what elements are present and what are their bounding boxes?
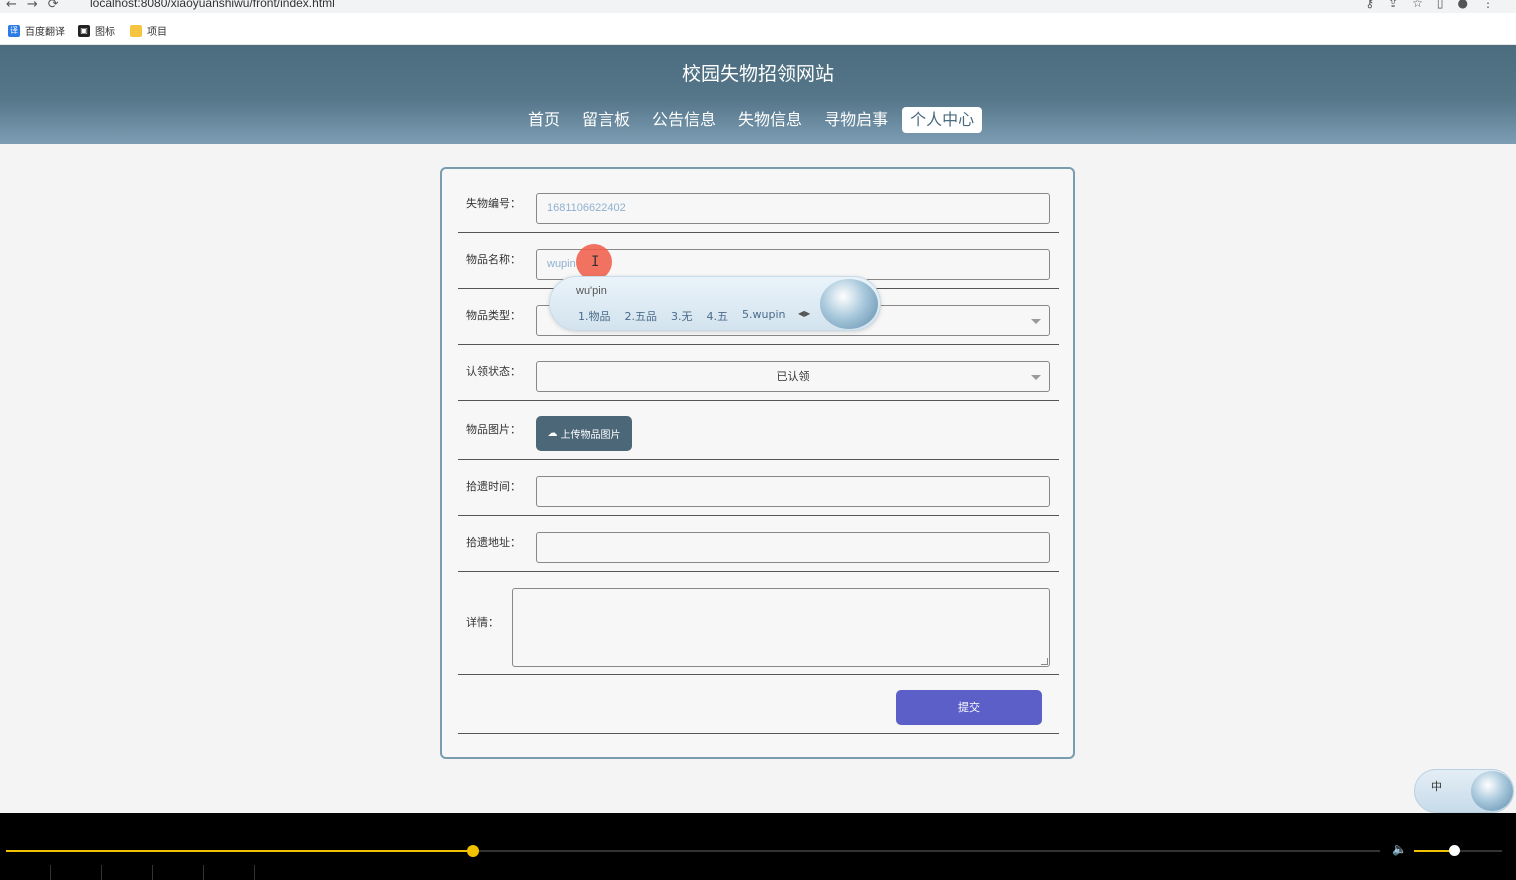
browser-nav-icons[interactable]: ←→⟳ — [6, 0, 69, 12]
ime-skin-bubble-icon — [1471, 771, 1513, 811]
video-player-bar: 🔈 — [0, 813, 1516, 880]
chevron-down-icon — [1031, 375, 1041, 380]
nav-announcements[interactable]: 公告信息 — [644, 107, 724, 133]
resize-grip-icon[interactable] — [1041, 658, 1048, 665]
progress-track[interactable] — [6, 845, 1380, 857]
item-no-label: 失物编号： — [466, 197, 521, 210]
item-no-input[interactable]: 1681106622402 — [536, 193, 1050, 224]
progress-knob[interactable] — [467, 845, 480, 857]
submit-button[interactable]: 提交 — [896, 690, 1042, 725]
ime-status-bar[interactable]: 中 — [1414, 769, 1514, 813]
upload-image-button[interactable]: ☁ 上传物品图片 — [536, 416, 632, 451]
ime-candidate[interactable]: 5.wupin — [742, 308, 785, 324]
nav-message-board[interactable]: 留言板 — [574, 107, 638, 133]
volume-knob[interactable] — [1448, 845, 1460, 856]
volume-track[interactable] — [1414, 845, 1502, 856]
ime-candidates: 1.物品 2.五品 3.无 4.五 5.wupin — [578, 308, 785, 324]
item-image-label: 物品图片： — [466, 423, 521, 436]
bookmarks-bar: 译 百度翻译 ▣ 图标 项目 — [0, 13, 1516, 45]
details-label: 详情： — [466, 616, 499, 629]
bookmark-baidu-translate[interactable]: 译 百度翻译 — [8, 23, 65, 38]
volume-icon[interactable]: 🔈 — [1392, 842, 1407, 856]
ime-page-arrows-icon[interactable]: ◀▶ — [798, 309, 810, 318]
ime-candidate[interactable]: 1.物品 — [578, 308, 611, 324]
found-address-label: 拾遗地址： — [466, 536, 521, 549]
ime-mode[interactable]: 中 — [1431, 778, 1442, 794]
ime-pinyin: wu'pin — [576, 285, 607, 297]
bookmark-icons[interactable]: ▣ 图标 — [78, 23, 115, 38]
nav-home[interactable]: 首页 — [520, 107, 568, 133]
lost-item-form: 失物编号： 1681106622402 物品名称： wupin 物品类型： 认领… — [440, 167, 1075, 759]
image-icon: ▣ — [78, 24, 90, 37]
form-row-details: 详情： — [458, 572, 1059, 675]
cloud-upload-icon: ☁ — [547, 428, 558, 439]
bookmark-project[interactable]: 项目 — [130, 23, 167, 38]
ime-candidate[interactable]: 4.五 — [707, 308, 729, 324]
item-type-label: 物品类型： — [466, 309, 521, 322]
ime-candidate[interactable]: 3.无 — [671, 308, 693, 324]
nav-personal-center[interactable]: 个人中心 — [902, 107, 983, 133]
toolbar-slot[interactable] — [51, 865, 102, 880]
bookmark-label: 图标 — [95, 27, 115, 38]
form-row-found-time: 拾遗时间： — [458, 460, 1059, 516]
upload-image-label: 上传物品图片 — [560, 430, 621, 441]
ime-candidate[interactable]: 2.五品 — [625, 308, 658, 324]
address-url[interactable]: localhost:8080/xiaoyuanshiwu/front/index… — [90, 0, 335, 10]
folder-icon — [130, 24, 142, 37]
form-row-found-address: 拾遗地址： — [458, 516, 1059, 572]
toolbar-slot[interactable] — [153, 865, 204, 880]
found-time-input[interactable] — [536, 476, 1050, 507]
toolbar-slot[interactable] — [102, 865, 153, 880]
bookmark-label: 百度翻译 — [25, 27, 65, 38]
ime-skin-bubble-icon — [820, 279, 878, 329]
claim-status-label: 认领状态： — [466, 365, 521, 378]
bookmark-label: 项目 — [147, 27, 167, 38]
browser-action-icons[interactable]: ⚷⇪☆▯●⋮ — [1365, 0, 1508, 10]
site-title: 校园失物招领网站 — [681, 63, 834, 85]
volume-fill — [1414, 850, 1454, 852]
site-header: 校园失物招领网站 首页 留言板 公告信息 失物信息 寻物启事 个人中心 — [0, 45, 1516, 144]
claim-status-value: 已认领 — [776, 370, 810, 383]
form-row-item-no: 失物编号： 1681106622402 — [458, 169, 1059, 233]
browser-address-bar: ←→⟳ localhost:8080/xiaoyuanshiwu/front/i… — [0, 0, 1516, 13]
progress-fill — [6, 850, 474, 852]
toolbar-slot[interactable] — [204, 865, 255, 880]
chevron-down-icon — [1031, 319, 1041, 324]
text-cursor-icon: I — [591, 254, 600, 270]
nav-seeking-notices[interactable]: 寻物启事 — [816, 107, 896, 133]
form-row-item-image: 物品图片： ☁ 上传物品图片 — [458, 401, 1059, 460]
main-nav: 首页 留言板 公告信息 失物信息 寻物启事 个人中心 — [520, 107, 988, 133]
form-row-submit: 提交 — [458, 675, 1059, 734]
found-address-input[interactable] — [536, 532, 1050, 563]
translate-icon: 译 — [8, 24, 20, 37]
found-time-label: 拾遗时间： — [466, 480, 521, 493]
nav-lost-items[interactable]: 失物信息 — [730, 107, 810, 133]
player-toolbar — [0, 865, 260, 880]
details-textarea[interactable] — [512, 588, 1050, 667]
ime-candidate-window: wu'pin 1.物品 2.五品 3.无 4.五 5.wupin ◀▶ — [549, 276, 881, 331]
item-name-label: 物品名称： — [466, 253, 521, 266]
toolbar-slot[interactable] — [0, 865, 51, 880]
claim-status-select[interactable]: 已认领 — [536, 361, 1050, 392]
form-row-claim-status: 认领状态： 已认领 — [458, 345, 1059, 401]
